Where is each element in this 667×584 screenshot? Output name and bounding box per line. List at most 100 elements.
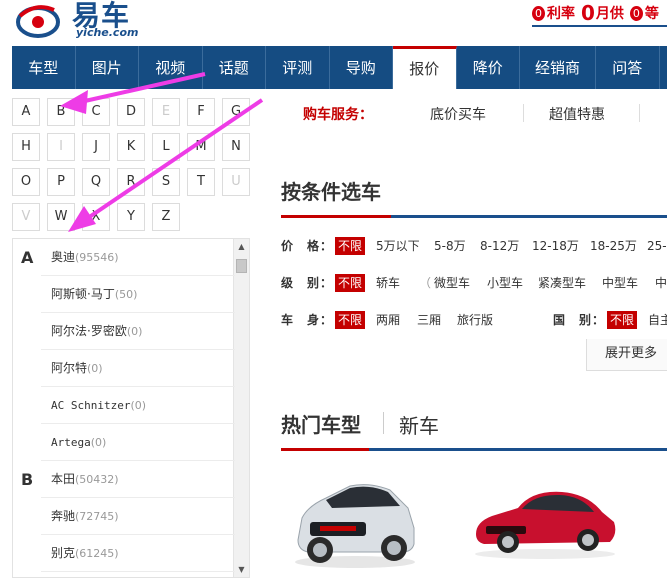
filter-option[interactable]: （ [419, 272, 431, 294]
letter-filter-m[interactable]: M [187, 133, 215, 161]
letter-filter-j[interactable]: J [82, 133, 110, 161]
letter-filter-a[interactable]: A [12, 98, 40, 126]
scroll-thumb[interactable] [236, 259, 247, 273]
filter-option[interactable]: 中 [655, 272, 667, 294]
divider [383, 412, 384, 434]
filter-option[interactable]: 微型车 [434, 272, 470, 294]
letter-filter-l[interactable]: L [152, 133, 180, 161]
letter-filter-d[interactable]: D [117, 98, 145, 126]
brand-group-letter: B [21, 470, 34, 489]
title-underline-accent [281, 215, 391, 218]
letter-filter-n[interactable]: N [222, 133, 250, 161]
nav-tab[interactable]: 评测 [266, 46, 330, 89]
filter-option[interactable]: 两厢 [376, 309, 400, 331]
filter-option[interactable]: 5万以下 [376, 235, 420, 257]
letter-filter-o[interactable]: O [12, 168, 40, 196]
nav-tab[interactable]: 报价 [393, 46, 457, 89]
brand-list-item[interactable]: 别克(61245) [41, 535, 235, 572]
title-underline-accent [281, 448, 369, 451]
letter-filter-f[interactable]: F [187, 98, 215, 126]
promo-text: 等 [644, 6, 659, 22]
brand-list-item[interactable]: 奔驰(72745) [41, 498, 235, 535]
letter-filter-c[interactable]: C [82, 98, 110, 126]
letter-filter-h[interactable]: H [12, 133, 40, 161]
brand-list-item[interactable]: Artega(0) [41, 424, 235, 461]
letter-filter-v: V [12, 203, 40, 231]
letter-filter-b[interactable]: B [47, 98, 75, 126]
brand-list-item[interactable]: AC Schnitzer(0) [41, 387, 235, 424]
scroll-up-icon[interactable]: ▲ [234, 239, 249, 254]
brand-count: (72745) [75, 510, 119, 523]
letter-filter-e: E [152, 98, 180, 126]
brand-name: 阿尔特 [51, 361, 88, 375]
letter-filter-s[interactable]: S [152, 168, 180, 196]
brand-count: (0) [130, 399, 147, 412]
filter-option[interactable]: 不限 [335, 237, 366, 255]
sedan-car-image[interactable] [470, 482, 620, 560]
filter-option[interactable]: 小型车 [487, 272, 523, 294]
brand-list-item[interactable]: 阿尔特(0) [41, 350, 235, 387]
letter-filter-p[interactable]: P [47, 168, 75, 196]
filter-option[interactable]: 不限 [335, 311, 366, 329]
brand-list-item[interactable]: 奥迪(95546) [41, 239, 235, 276]
letter-filter-z[interactable]: Z [152, 203, 180, 231]
filter-title: 按条件选车 [281, 180, 381, 204]
scroll-down-icon[interactable]: ▼ [234, 562, 249, 577]
filter-option[interactable]: 12-18万 [532, 235, 579, 257]
letter-filter-w[interactable]: W [47, 203, 75, 231]
brand-list-item[interactable]: 阿斯顿·马丁(50) [41, 276, 235, 313]
promo-number: 0 [581, 1, 595, 25]
promo-banner[interactable]: 0 利率 0 月供 0 等 [532, 1, 665, 25]
filter-option[interactable]: 中型车 [602, 272, 638, 294]
letter-filter-g[interactable]: G [222, 98, 250, 126]
nav-tab[interactable]: 图片 [76, 46, 139, 89]
hot-models-title[interactable]: 热门车型 [281, 409, 361, 438]
main-nav: 车型 图片 视频 话题 评测 导购 报价 降价 经销商 问答 [12, 46, 667, 89]
nav-tab[interactable]: 问答 [596, 46, 660, 89]
filter-option[interactable]: 不限 [335, 274, 366, 292]
letter-filter-k[interactable]: K [117, 133, 145, 161]
nav-tab[interactable]: 导购 [330, 46, 393, 89]
filter-option[interactable]: 紧凑型车 [538, 272, 586, 294]
divider [639, 104, 640, 122]
brand-list-item[interactable]: 阿尔法·罗密欧(0) [41, 313, 235, 350]
filter-option[interactable]: 旅行版 [457, 309, 493, 331]
tab-new-cars[interactable]: 新车 [399, 410, 439, 439]
service-link-lowest-price[interactable]: 底价买车 [430, 104, 486, 124]
promo-badge: 0 [532, 5, 545, 21]
brand-name: 阿斯顿·马丁 [51, 287, 115, 301]
site-logo[interactable]: 易车 yiche.com [12, 0, 138, 39]
filter-option[interactable]: 5-8万 [434, 235, 466, 257]
letter-filter-r[interactable]: R [117, 168, 145, 196]
filter-option[interactable]: 8-12万 [480, 235, 519, 257]
letter-filter-x[interactable]: X [82, 203, 110, 231]
nav-tab[interactable]: 话题 [203, 46, 266, 89]
brand-name: AC Schnitzer [51, 399, 131, 412]
filter-option[interactable]: 18-25万 [590, 235, 637, 257]
title-underline [391, 215, 667, 218]
promo-badge: 0 [629, 5, 643, 21]
expand-more-button[interactable]: 展开更多 [586, 339, 667, 371]
brand-name: 别克 [51, 546, 76, 560]
nav-tab[interactable]: 经销商 [520, 46, 596, 89]
filter-row-country: 国 别： 不限 自主 [553, 309, 667, 331]
letter-filter-y[interactable]: Y [117, 203, 145, 231]
letter-filter-q[interactable]: Q [82, 168, 110, 196]
brand-list-item[interactable]: 本田(50432) [41, 461, 235, 498]
suv-car-image[interactable] [290, 478, 420, 570]
brand-list-scrollbar[interactable]: ▲ ▼ [233, 239, 249, 577]
filter-option[interactable]: 不限 [607, 311, 638, 329]
service-link-special-deals[interactable]: 超值特惠 [549, 104, 605, 124]
nav-tab[interactable]: 视频 [139, 46, 203, 89]
promo-underline [532, 25, 667, 27]
letter-filter-i: I [47, 133, 75, 161]
filter-option[interactable]: 25- [647, 235, 667, 257]
expand-more-label: 展开更多 [605, 346, 658, 361]
nav-tab[interactable]: 车型 [12, 46, 76, 89]
letter-filter-t[interactable]: T [187, 168, 215, 196]
brand-count: (95546) [75, 251, 119, 264]
filter-option[interactable]: 轿车 [376, 272, 400, 294]
filter-option[interactable]: 自主 [648, 309, 667, 331]
nav-tab[interactable]: 降价 [457, 46, 520, 89]
filter-option[interactable]: 三厢 [417, 309, 441, 331]
